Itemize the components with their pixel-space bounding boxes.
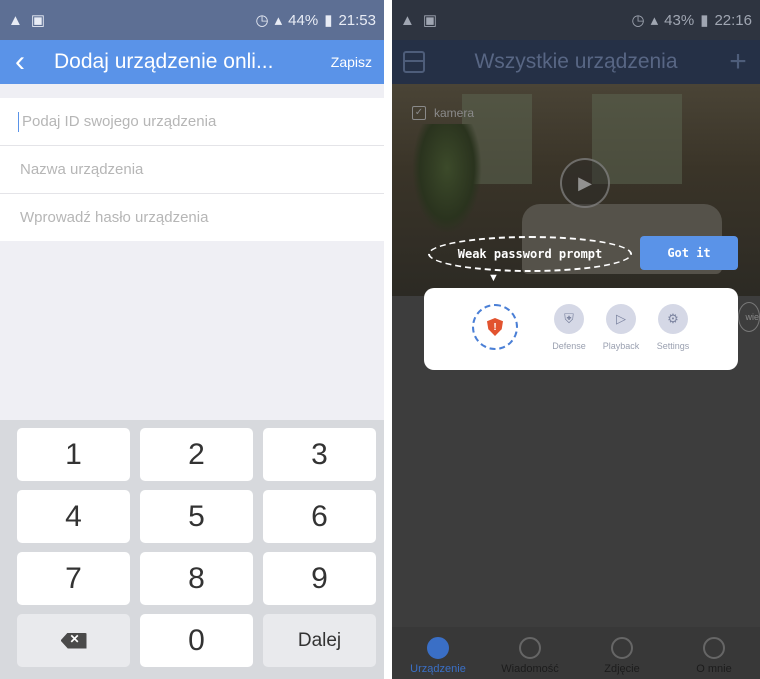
battery-percent: 44% [288, 11, 319, 29]
got-it-button[interactable]: Got it [640, 236, 738, 270]
alarm-icon: ◷ [255, 12, 269, 29]
bottom-tab-bar: Urządzenie Wiadomość Zdjęcie O mnie [392, 627, 760, 679]
signal-icon: ▴ [650, 12, 659, 29]
clock: 22:16 [714, 11, 752, 29]
save-button[interactable]: Zapisz [319, 54, 384, 70]
battery-percent: 43% [664, 11, 695, 29]
device-id-row [0, 98, 384, 146]
device-password-input[interactable] [18, 208, 362, 227]
shield-icon: ⛨ [554, 304, 584, 334]
tab-messages[interactable]: Wiadomość [484, 627, 576, 679]
device-name-input[interactable] [18, 160, 362, 179]
key-3[interactable]: 3 [263, 428, 376, 481]
clock: 21:53 [338, 11, 376, 29]
page-title: Wszystkie urządzenia [474, 50, 678, 73]
device-password-row [0, 194, 384, 241]
key-6[interactable]: 6 [263, 490, 376, 543]
image-icon: ▣ [422, 12, 438, 29]
playback-button[interactable]: ▷ Playback [591, 304, 651, 351]
camera-icon [427, 637, 449, 659]
defense-button[interactable]: ⛨ Defense [539, 304, 599, 351]
defense-label: Defense [552, 341, 586, 351]
all-devices-screen: ▲ ▣ ◷ ▴ 43% ▮ 22:16 Wszystkie urządzenia… [392, 0, 760, 679]
playback-label: Playback [602, 341, 640, 351]
key-5[interactable]: 5 [140, 490, 253, 543]
tab-label: Urządzenie [410, 663, 466, 675]
settings-button[interactable]: ⚙ Settings [643, 304, 703, 351]
user-icon [703, 637, 725, 659]
overflow-action-icon: wie [738, 302, 760, 332]
shield-alert-icon: ! [487, 318, 503, 336]
battery-icon: ▮ [700, 12, 709, 29]
add-device-screen: ▲ ▣ ◷ ▴ 44% ▮ 21:53 ‹ Dodaj urządzenie o… [0, 0, 384, 679]
key-0[interactable]: 0 [140, 614, 253, 667]
play-icon[interactable]: ▶ [560, 158, 610, 208]
tab-label: Zdjęcie [604, 663, 640, 675]
tab-label: Wiadomość [501, 663, 559, 675]
image-icon: ▣ [30, 12, 46, 29]
alarm-icon: ◷ [631, 12, 645, 29]
plant-shape [412, 124, 482, 234]
scan-button[interactable] [392, 51, 436, 73]
gear-icon: ⚙ [658, 304, 688, 334]
tab-devices[interactable]: Urządzenie [392, 627, 484, 679]
key-7[interactable]: 7 [17, 552, 130, 605]
tab-photos[interactable]: Zdjęcie [576, 627, 668, 679]
playback-icon: ▷ [606, 304, 636, 334]
alert-icon: ▲ [8, 11, 23, 29]
device-actions-panel: ! ⛨ Defense ▷ Playback ⚙ Settings [424, 288, 738, 370]
status-bar: ▲ ▣ ◷ ▴ 44% ▮ 21:53 [0, 0, 384, 40]
key-8[interactable]: 8 [140, 552, 253, 605]
device-id-input[interactable] [20, 112, 364, 131]
tab-label: O mnie [696, 663, 732, 675]
camera-name: kamera [434, 106, 475, 120]
battery-icon: ▮ [324, 12, 333, 29]
key-2[interactable]: 2 [140, 428, 253, 481]
device-form [0, 98, 384, 241]
tooltip-arrow-icon: ▼ [488, 272, 499, 284]
camera-select[interactable]: ✓ kamera [412, 106, 474, 120]
weak-password-tooltip: Weak password prompt [428, 236, 632, 272]
alert-icon: ▲ [400, 11, 415, 29]
back-icon[interactable]: ‹ [0, 40, 40, 84]
next-key[interactable]: Dalej [263, 614, 376, 667]
photo-icon [611, 637, 633, 659]
key-1[interactable]: 1 [17, 428, 130, 481]
backspace-key[interactable] [17, 614, 130, 667]
message-icon [519, 637, 541, 659]
backspace-icon [60, 632, 87, 649]
device-name-row [0, 146, 384, 194]
nav-bar: ‹ Dodaj urządzenie onli... Zapisz [0, 40, 384, 84]
weak-password-button[interactable]: ! [472, 304, 518, 350]
add-device-button[interactable]: + [716, 45, 760, 79]
signal-icon: ▴ [274, 12, 283, 29]
settings-label: Settings [656, 341, 690, 351]
tab-about[interactable]: O mnie [668, 627, 760, 679]
numeric-keypad: 1 2 3 4 5 6 7 8 9 0 Dalej [0, 420, 384, 679]
key-9[interactable]: 9 [263, 552, 376, 605]
status-bar: ▲ ▣ ◷ ▴ 43% ▮ 22:16 [392, 0, 760, 40]
nav-bar: Wszystkie urządzenia + [392, 40, 760, 84]
checkbox-icon: ✓ [412, 106, 426, 120]
page-title: Dodaj urządzenie onli... [54, 50, 274, 73]
key-4[interactable]: 4 [17, 490, 130, 543]
scan-icon [403, 51, 425, 73]
text-caret [18, 111, 19, 132]
